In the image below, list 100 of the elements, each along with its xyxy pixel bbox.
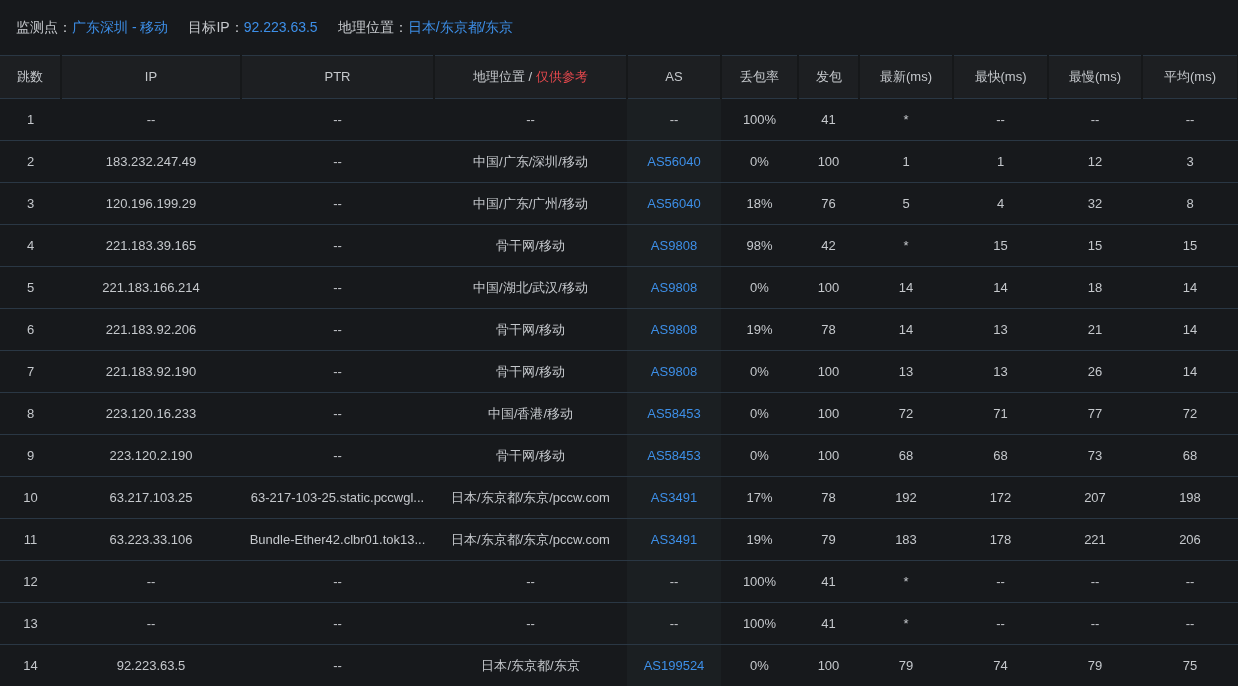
table-cell: 100	[798, 350, 859, 393]
header-note: 仅供参考	[536, 69, 589, 85]
column-header: PTR	[241, 55, 434, 99]
table-cell: 206	[1142, 518, 1238, 561]
table-cell: 183.232.247.49	[61, 140, 241, 183]
table-cell: 14	[1142, 266, 1238, 309]
table-cell: --	[61, 602, 241, 645]
table-cell: 2	[0, 140, 61, 183]
table-cell: 3	[1142, 140, 1238, 183]
table-cell: 日本/东京都/东京/pccw.com	[434, 518, 627, 561]
table-cell: 71	[953, 392, 1048, 435]
table-cell: 221.183.92.190	[61, 350, 241, 393]
table-cell: 17%	[721, 476, 798, 519]
table-cell: --	[953, 560, 1048, 603]
table-cell: *	[859, 560, 953, 603]
table-cell: 68	[1142, 434, 1238, 477]
summary-value: 日本/东京都/东京	[407, 18, 514, 37]
as-link[interactable]: AS3491	[650, 489, 698, 505]
table-cell: 12	[1048, 140, 1142, 183]
table-cell: 100	[798, 392, 859, 435]
column-header: 最快(ms)	[953, 55, 1048, 99]
table-cell: 18	[1048, 266, 1142, 309]
table-cell: --	[1048, 560, 1142, 603]
table-cell: --	[1048, 98, 1142, 141]
table-cell: 221.183.92.206	[61, 308, 241, 351]
table-cell: 92.223.63.5	[61, 644, 241, 686]
table-cell: 11	[0, 518, 61, 561]
table-cell: --	[953, 602, 1048, 645]
table-cell: 1	[859, 140, 953, 183]
table-cell: 14	[1142, 350, 1238, 393]
table-cell: 98%	[721, 224, 798, 267]
as-link[interactable]: AS9808	[650, 363, 698, 379]
table-cell: --	[434, 602, 627, 645]
as-link[interactable]: AS9808	[650, 237, 698, 253]
table-cell: 7	[0, 350, 61, 393]
table-cell: 18%	[721, 182, 798, 225]
table-cell: 10	[0, 476, 61, 519]
table-cell: 8	[1142, 182, 1238, 225]
table-cell: --	[1048, 602, 1142, 645]
table-cell: 14	[0, 644, 61, 686]
table-cell: --	[1142, 560, 1238, 603]
table-cell: 14	[953, 266, 1048, 309]
table-cell: 5	[0, 266, 61, 309]
table-cell: 1	[953, 140, 1048, 183]
column-header: IP	[61, 55, 241, 99]
table-cell: --	[241, 350, 434, 393]
table-cell: --	[241, 182, 434, 225]
table-cell: 178	[953, 518, 1048, 561]
table-cell: --	[241, 308, 434, 351]
table-cell: --	[241, 392, 434, 435]
table-cell: --	[241, 224, 434, 267]
summary-label: 地理位置：	[337, 18, 408, 37]
summary-label: 监测点：	[16, 18, 72, 37]
table-cell: 79	[859, 644, 953, 686]
table-cell: 0%	[721, 140, 798, 183]
table-cell: 75	[1142, 644, 1238, 686]
table-cell: 100%	[721, 98, 798, 141]
table-cell: --	[627, 602, 721, 645]
table-cell: --	[241, 434, 434, 477]
table-cell: *	[859, 224, 953, 267]
table-cell: 骨干网/移动	[434, 350, 627, 393]
table-cell: --	[434, 98, 627, 141]
table-cell: 26	[1048, 350, 1142, 393]
column-header: 丢包率	[721, 55, 798, 99]
as-link[interactable]: AS9808	[650, 279, 698, 295]
table-cell: 中国/湖北/武汉/移动	[434, 266, 627, 309]
table-cell: --	[241, 266, 434, 309]
table-cell: 14	[859, 308, 953, 351]
column-header: 地理位置 /	[472, 69, 533, 85]
table-cell: --	[1142, 602, 1238, 645]
table-cell: 100	[798, 266, 859, 309]
table-cell: 中国/广东/广州/移动	[434, 182, 627, 225]
column-header: 最慢(ms)	[1048, 55, 1142, 99]
table-cell: 14	[859, 266, 953, 309]
table-cell: --	[434, 560, 627, 603]
table-cell: 5	[859, 182, 953, 225]
column-header: 跳数	[0, 55, 61, 99]
table-cell: 骨干网/移动	[434, 434, 627, 477]
table-cell: 6	[0, 308, 61, 351]
table-cell: 100%	[721, 602, 798, 645]
column-header: 发包	[798, 55, 859, 99]
table-cell: --	[241, 602, 434, 645]
table-cell: 41	[798, 98, 859, 141]
table-cell: 13	[859, 350, 953, 393]
table-cell: --	[241, 140, 434, 183]
table-cell: 74	[953, 644, 1048, 686]
table-cell: 223.120.2.190	[61, 434, 241, 477]
table-cell: *	[859, 98, 953, 141]
table-cell: 21	[1048, 308, 1142, 351]
table-cell: 72	[1142, 392, 1238, 435]
table-cell: 9	[0, 434, 61, 477]
table-cell: 15	[1048, 224, 1142, 267]
table-cell: 78	[798, 476, 859, 519]
table-cell: 207	[1048, 476, 1142, 519]
table-cell: 68	[859, 434, 953, 477]
as-link[interactable]: AS3491	[650, 531, 698, 547]
table-cell: --	[1142, 98, 1238, 141]
as-link[interactable]: AS9808	[650, 321, 698, 337]
table-cell: 0%	[721, 644, 798, 686]
table-cell: 0%	[721, 350, 798, 393]
